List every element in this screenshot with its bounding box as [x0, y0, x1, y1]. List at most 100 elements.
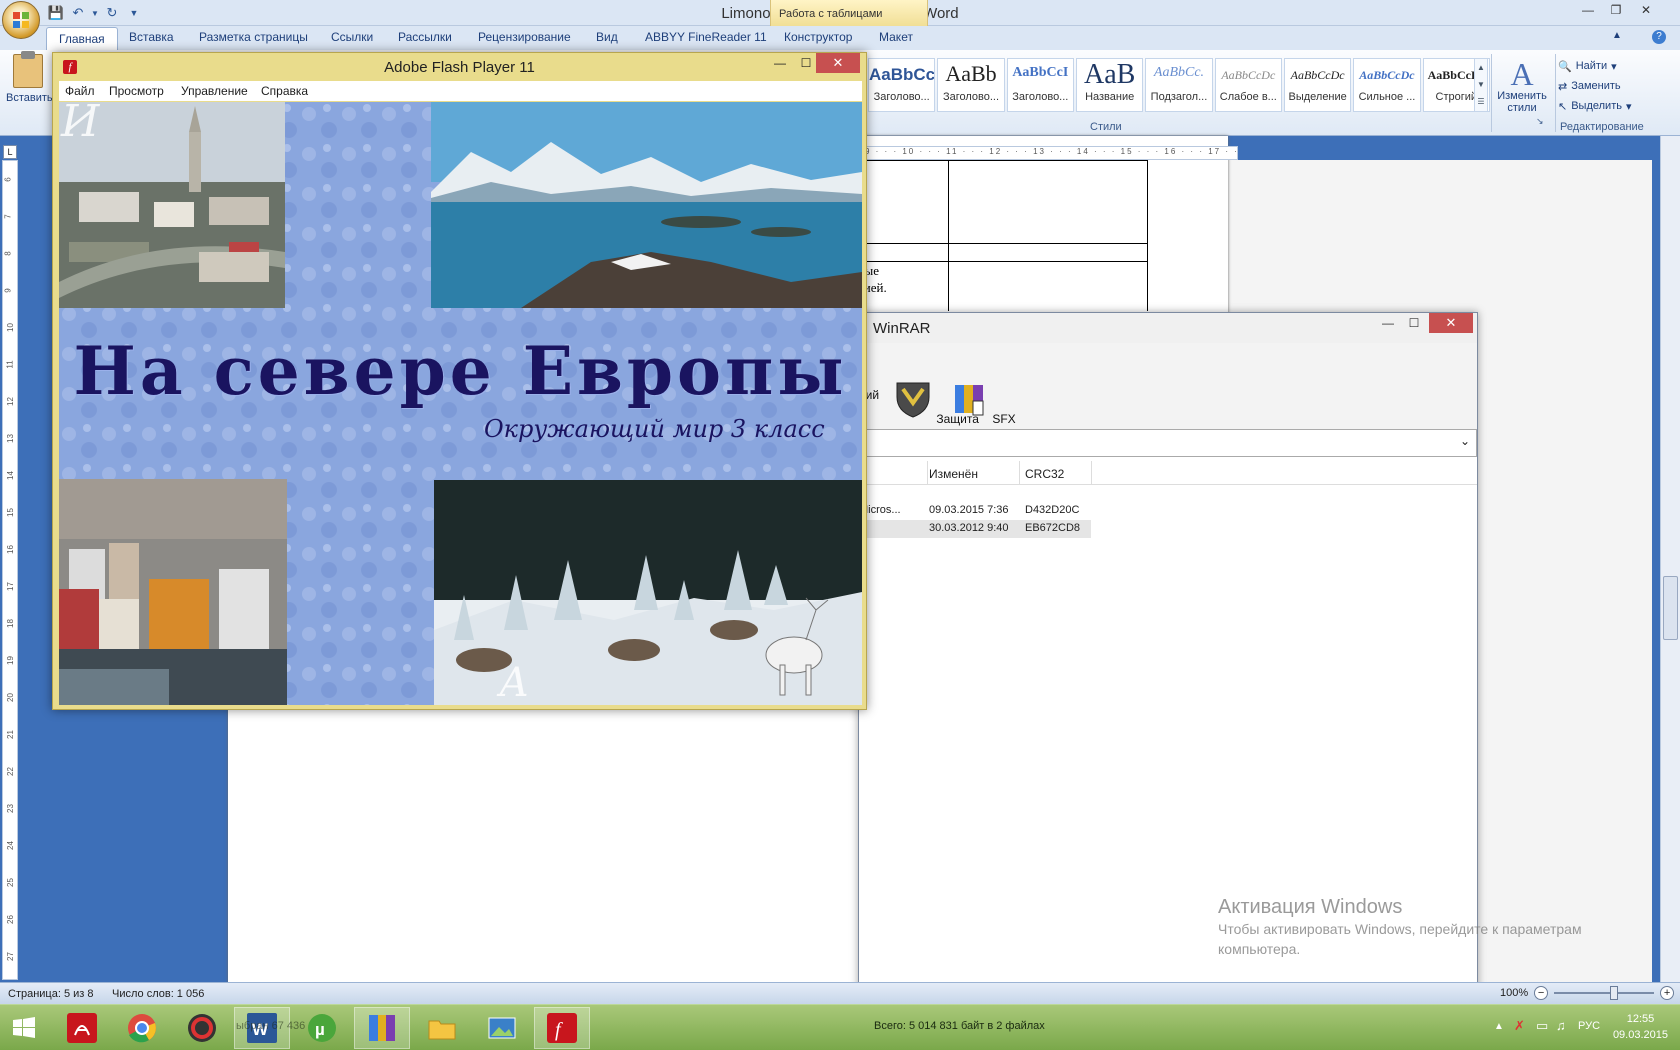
style-preview: AaB	[1083, 59, 1136, 90]
status-page[interactable]: Страница: 5 из 8	[8, 988, 94, 1000]
ribbon-minimize-icon[interactable]: ▲	[1612, 30, 1622, 41]
menu-view[interactable]: Просмотр	[109, 84, 164, 98]
style-item[interactable]: AaBbCcI Заголово...	[1006, 58, 1074, 112]
style-preview: AaBbCc	[869, 65, 935, 84]
ruler-tick: 18	[5, 619, 15, 628]
office-button[interactable]	[2, 1, 40, 39]
tab-abbyy[interactable]: ABBYY FineReader 11	[645, 30, 767, 44]
ruler-tick: 7	[3, 214, 13, 219]
style-item[interactable]: AaBbCc. Подзагол...	[1145, 58, 1213, 112]
file-row[interactable]: Micros... 09.03.2015 7:36 D432D20C	[859, 502, 1091, 520]
taskbar-acrobat[interactable]	[54, 1007, 110, 1049]
toolbar-label: SFX	[992, 412, 1016, 426]
tray-clock[interactable]: 12:55 09.03.2015	[1613, 1011, 1668, 1043]
taskbar-explorer[interactable]	[414, 1007, 470, 1049]
taskbar-chrome[interactable]	[114, 1007, 170, 1049]
zoom-level[interactable]: 100%	[1500, 987, 1528, 999]
taskbar-flash[interactable]: f	[534, 1007, 590, 1049]
find-button[interactable]: 🔍 Найти ▾	[1558, 56, 1670, 76]
save-icon[interactable]: 💾	[46, 4, 66, 22]
style-item[interactable]: AaBb Заголово...	[937, 58, 1005, 112]
photo-harbour-town	[59, 479, 287, 705]
tray-language[interactable]: РУС	[1578, 1020, 1600, 1032]
zoom-in-button[interactable]: +	[1660, 986, 1675, 1000]
stage-title: На севере Европы	[73, 332, 848, 410]
zoom-out-button[interactable]: −	[1534, 986, 1549, 1000]
flash-menu-bar: Файл Просмотр Управление Справка	[59, 81, 862, 101]
tab-view[interactable]: Вид	[596, 30, 618, 44]
style-item[interactable]: AaBbCcDc Сильное ...	[1353, 58, 1421, 112]
ribbon-tabs: Главная Вставка Разметка страницы Ссылки…	[0, 26, 1680, 51]
undo-icon[interactable]: ↶	[68, 4, 88, 22]
flash-stage[interactable]: И А На севере Европы Окружающий мир 3 кл…	[59, 102, 862, 705]
column-separator[interactable]	[1091, 461, 1092, 485]
winrar-maximize-button[interactable]: ☐	[1401, 313, 1427, 333]
tab-review[interactable]: Рецензирование	[478, 30, 571, 44]
flash-close-button[interactable]: ✕	[816, 53, 860, 73]
zoom-slider[interactable]	[1554, 986, 1655, 1000]
ruler-tick: 11	[5, 360, 15, 369]
tab-design[interactable]: Конструктор	[784, 30, 852, 44]
column-separator[interactable]	[1019, 461, 1020, 485]
zoom-slider-knob[interactable]	[1610, 986, 1619, 1000]
style-name: Слабое в...	[1219, 91, 1277, 103]
winrar-minimize-button[interactable]: —	[1375, 313, 1401, 333]
style-item[interactable]: AaBbCc Заголово...	[868, 58, 936, 112]
style-item[interactable]: AaB Название	[1075, 58, 1144, 112]
toolbar-button-sfx[interactable]: SFX	[949, 379, 1016, 426]
horizontal-ruler[interactable]: 9 · · · 10 · · · 11 · · · 12 · · · 13 · …	[858, 146, 1238, 160]
word-close-button[interactable]: ✕	[1632, 0, 1660, 20]
file-row[interactable]: e 30.03.2012 9:40 EB672CD8	[859, 520, 1091, 538]
winrar-icon	[369, 1015, 395, 1041]
menu-help[interactable]: Справка	[261, 84, 308, 98]
style-item[interactable]: AaBbCcDc Слабое в...	[1214, 58, 1282, 112]
taskbar-image-viewer[interactable]	[474, 1007, 530, 1049]
start-button[interactable]	[0, 1007, 48, 1049]
scrollbar-thumb[interactable]	[1663, 576, 1678, 640]
redo-icon[interactable]: ↻	[102, 4, 122, 22]
vertical-scrollbar[interactable]	[1660, 136, 1680, 982]
word-minimize-button[interactable]: —	[1574, 0, 1602, 20]
tray-network-icon[interactable]: ▭	[1536, 1018, 1548, 1034]
style-item[interactable]: AaBbCcDc Выделение	[1283, 58, 1352, 112]
menu-control[interactable]: Управление	[181, 84, 248, 98]
customize-qat-icon[interactable]: ▼	[124, 4, 144, 22]
status-words[interactable]: Число слов: 1 056	[112, 988, 204, 1000]
taskbar-media[interactable]	[174, 1007, 230, 1049]
chevron-down-icon[interactable]: ⌄	[1460, 434, 1470, 448]
tab-selector-icon[interactable]: L	[3, 145, 17, 159]
help-icon[interactable]: ?	[1652, 30, 1666, 44]
ruler-tick: 8	[3, 251, 13, 256]
tray-volume-icon[interactable]: ♫	[1556, 1018, 1566, 1033]
vertical-ruler[interactable]: 6 7 8 9 10 11 12 13 14 15 16 17 18 19 20 21 22 23 24 25 26 27	[2, 160, 18, 980]
tab-home[interactable]: Главная	[46, 27, 118, 51]
winrar-path-bar[interactable]: ⌄	[859, 429, 1477, 457]
tab-insert[interactable]: Вставка	[129, 30, 174, 44]
document-table[interactable]	[858, 160, 1148, 311]
column-separator[interactable]	[927, 461, 928, 485]
styles-scroll[interactable]: ▲ ▼ ☰	[1474, 58, 1488, 112]
tab-references[interactable]: Ссылки	[331, 30, 373, 44]
taskbar-winrar[interactable]	[354, 1007, 410, 1049]
tray-chevron-up-icon[interactable]: ▲	[1494, 1021, 1504, 1032]
tray-flag-icon[interactable]: ✗	[1514, 1018, 1525, 1034]
winrar-close-button[interactable]: ✕	[1429, 313, 1473, 333]
tab-layout[interactable]: Макет	[879, 30, 913, 44]
tab-mailings[interactable]: Рассылки	[398, 30, 452, 44]
column-crc[interactable]: CRC32	[1025, 467, 1064, 481]
menu-file[interactable]: Файл	[65, 84, 95, 98]
style-name: Заголово...	[1012, 91, 1069, 103]
paste-button[interactable]: Вставить	[6, 51, 53, 130]
shield-icon	[896, 382, 930, 418]
flash-minimize-button[interactable]: —	[767, 53, 793, 73]
undo-dropdown-icon[interactable]: ▼	[90, 4, 100, 22]
style-name: Сильное ...	[1358, 91, 1416, 103]
word-maximize-button[interactable]: ❐	[1602, 0, 1630, 20]
styles-dialog-launcher-icon[interactable]: ↘	[1536, 116, 1544, 127]
replace-button[interactable]: ⇄ Заменить	[1558, 76, 1670, 96]
column-modified[interactable]: Изменён	[929, 467, 978, 481]
select-label: Выделить	[1571, 100, 1622, 112]
tab-page-layout[interactable]: Разметка страницы	[199, 30, 308, 44]
select-button[interactable]: ↖ Выделить ▾	[1558, 96, 1670, 116]
style-name: Заголово...	[873, 91, 930, 103]
